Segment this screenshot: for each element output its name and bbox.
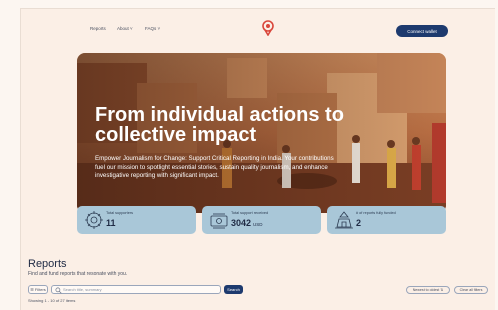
hero-title-line: From individual actions to [95, 104, 344, 126]
stat-value: 11 [106, 218, 116, 228]
hero-subtitle: Empower Journalism for Change: Support C… [95, 155, 390, 181]
stat-number: 2 [356, 218, 362, 228]
reports-heading: Reports [28, 258, 67, 270]
sort-icon: ⇅ [440, 288, 444, 292]
stat-label: Total supporters [106, 211, 134, 215]
stat-value: 3042 USD [231, 218, 263, 228]
search-input[interactable]: Search title, summary [51, 285, 221, 294]
search-icon [55, 287, 62, 294]
nav-about-label: About [117, 26, 129, 31]
stat-label: Total support received [231, 211, 269, 215]
chevron-down-icon: ˅ [157, 26, 161, 31]
stat-card-supporters: Total supporters 11 [77, 206, 196, 234]
hero-subtitle-line: investigative reporting with significant… [95, 172, 219, 180]
nav-faqs-label: FAQs [145, 26, 157, 31]
sort-select[interactable]: Newest to oldest ⇅ [406, 286, 450, 294]
nav-reports-link[interactable]: Reports [90, 26, 106, 31]
page-frame: Reports About ˅ FAQs ˅ Connect wallet Fr… [20, 8, 495, 310]
connect-wallet-button[interactable]: Connect wallet [396, 25, 448, 37]
stat-card-support-received: Total support received 3042 USD [202, 206, 321, 234]
stat-label: # of reports fully funded [356, 211, 396, 215]
sort-label: Newest to oldest [412, 288, 440, 292]
money-icon [210, 213, 228, 229]
results-count: Showing 1 - 10 of 27 items [28, 298, 76, 303]
nav-about-link[interactable]: About ˅ [117, 26, 133, 31]
hero-subtitle-line: fuel our mission to spotlight essential … [95, 163, 328, 171]
hero-banner: From individual actions to collective im… [77, 53, 446, 213]
nav-faqs-link[interactable]: FAQs ˅ [145, 26, 160, 31]
filters-label: Filters [34, 287, 46, 292]
supporters-icon [85, 211, 103, 229]
top-navigation: Reports About ˅ FAQs ˅ Connect wallet [21, 9, 495, 41]
stat-value: 2 [356, 218, 361, 228]
stat-card-reports-funded: # of reports fully funded 2 [327, 206, 446, 234]
reports-subtitle: Find and fund reports that resonate with… [28, 271, 128, 277]
logo-icon[interactable] [261, 20, 275, 36]
chevron-down-icon: ˅ [130, 26, 133, 31]
filter-icon: ☰ [30, 287, 34, 292]
stat-unit: USD [253, 222, 263, 227]
hero-title-line: collective impact [95, 124, 257, 146]
clear-filters-button[interactable]: Clear all filters [454, 286, 488, 294]
temple-icon [335, 211, 353, 229]
stat-number: 11 [106, 218, 116, 228]
stat-number: 3042 [231, 218, 252, 228]
filters-button[interactable]: ☰ Filters [28, 285, 48, 294]
search-placeholder: Search title, summary [63, 287, 102, 292]
search-button[interactable]: Search [224, 285, 243, 294]
hero-subtitle-line: Empower Journalism for Change: Support C… [95, 155, 334, 162]
hero-title: From individual actions to collective im… [95, 105, 395, 145]
